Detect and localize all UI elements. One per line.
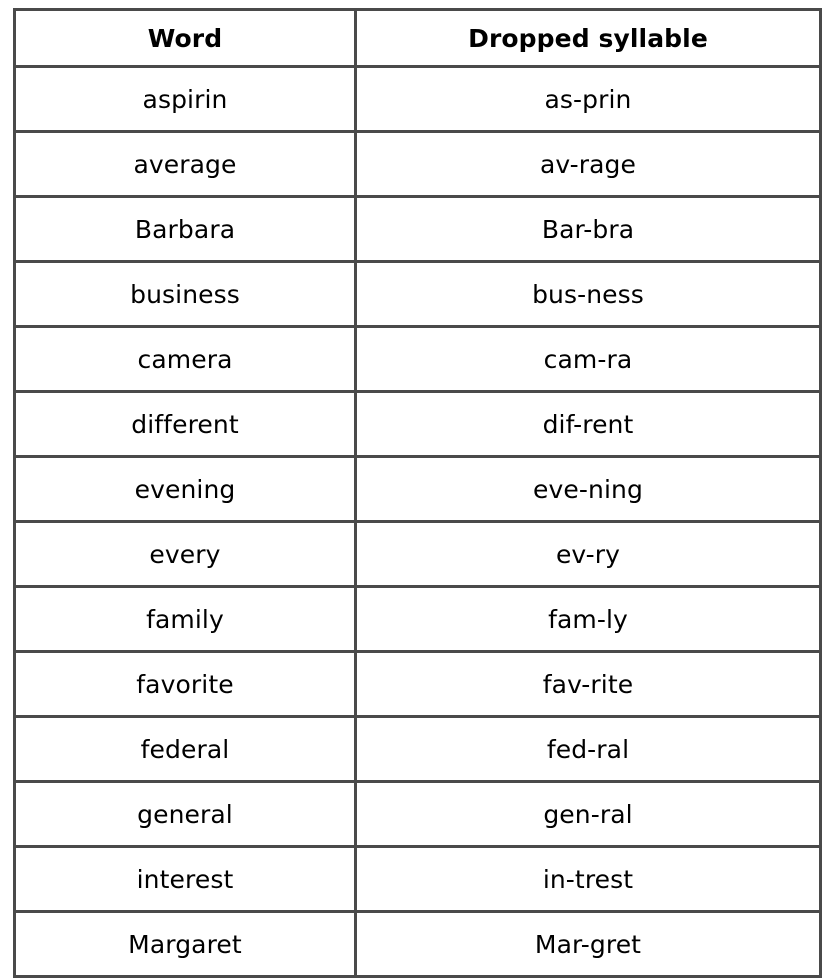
column-header-dropped-syllable-label: Dropped syllable — [468, 23, 708, 53]
cell-dropped-syllable: ev-ry — [354, 520, 822, 588]
column-header-word-label: Word — [147, 23, 223, 53]
cell-word: average — [13, 130, 357, 198]
table-row: interest in-trest — [13, 845, 822, 913]
table-row: favorite fav-rite — [13, 650, 822, 718]
syllable-table-container: Word Dropped syllable aspirin as-prin aver… — [13, 8, 822, 978]
cell-word: every — [13, 520, 357, 588]
cell-dropped-syllable: av-rage — [354, 130, 822, 198]
cell-dropped-syllable-text: ev-ry — [555, 539, 621, 569]
table-row: every ev-ry — [13, 520, 822, 588]
cell-word-text: Barbara — [134, 214, 236, 244]
cell-dropped-syllable: fam-ly — [354, 585, 822, 653]
cell-word-text: aspirin — [142, 84, 228, 114]
cell-dropped-syllable: fed-ral — [354, 715, 822, 783]
cell-word: evening — [13, 455, 357, 523]
cell-dropped-syllable-text: cam-ra — [543, 344, 633, 374]
cell-word: federal — [13, 715, 357, 783]
column-header-word: Word — [13, 8, 357, 68]
cell-dropped-syllable-text: gen-ral — [543, 799, 633, 829]
table-row: Margaret Mar-gret — [13, 910, 822, 978]
cell-dropped-syllable: dif-rent — [354, 390, 822, 458]
table-row: average av-rage — [13, 130, 822, 198]
cell-dropped-syllable: eve-ning — [354, 455, 822, 523]
cell-word: different — [13, 390, 357, 458]
cell-dropped-syllable: Bar-bra — [354, 195, 822, 263]
cell-word: favorite — [13, 650, 357, 718]
cell-word-text: different — [131, 409, 239, 439]
page-root: Word Dropped syllable aspirin as-prin aver… — [0, 0, 827, 978]
cell-word: family — [13, 585, 357, 653]
cell-dropped-syllable-text: av-rage — [539, 149, 636, 179]
cell-dropped-syllable-text: as-prin — [544, 84, 632, 114]
cell-word: camera — [13, 325, 357, 393]
table-row: different dif-rent — [13, 390, 822, 458]
cell-word-text: favorite — [136, 669, 234, 699]
cell-dropped-syllable: fav-rite — [354, 650, 822, 718]
cell-word-text: average — [133, 149, 237, 179]
cell-dropped-syllable-text: bus-ness — [532, 279, 644, 309]
table-row: family fam-ly — [13, 585, 822, 653]
cell-word-text: camera — [137, 344, 233, 374]
cell-word: aspirin — [13, 65, 357, 133]
cell-word: business — [13, 260, 357, 328]
cell-word-text: Margaret — [128, 929, 242, 959]
cell-dropped-syllable: gen-ral — [354, 780, 822, 848]
cell-word-text: evening — [134, 474, 236, 504]
cell-dropped-syllable-text: Bar-bra — [541, 214, 635, 244]
cell-dropped-syllable: cam-ra — [354, 325, 822, 393]
cell-dropped-syllable-text: fam-ly — [548, 604, 628, 634]
table-row: federal fed-ral — [13, 715, 822, 783]
cell-dropped-syllable: as-prin — [354, 65, 822, 133]
table-row: general gen-ral — [13, 780, 822, 848]
cell-word-text: federal — [140, 734, 230, 764]
cell-word-text: business — [130, 279, 240, 309]
cell-dropped-syllable-text: fed-ral — [546, 734, 630, 764]
cell-word-text: general — [137, 799, 233, 829]
cell-dropped-syllable-text: fav-rite — [542, 669, 634, 699]
table-row: aspirin as-prin — [13, 65, 822, 133]
table-row: evening eve-ning — [13, 455, 822, 523]
cell-dropped-syllable: bus-ness — [354, 260, 822, 328]
cell-word: Margaret — [13, 910, 357, 978]
cell-word-text: interest — [136, 864, 234, 894]
cell-dropped-syllable-text: Mar-gret — [534, 929, 642, 959]
cell-word: Barbara — [13, 195, 357, 263]
cell-word-text: family — [146, 604, 224, 634]
table-header: Word Dropped syllable — [13, 8, 822, 68]
cell-dropped-syllable-text: dif-rent — [542, 409, 634, 439]
cell-dropped-syllable: in-trest — [354, 845, 822, 913]
table-header-row: Word Dropped syllable — [13, 8, 822, 68]
cell-dropped-syllable-text: eve-ning — [533, 474, 643, 504]
column-header-dropped-syllable: Dropped syllable — [354, 8, 822, 68]
table-row: Barbara Bar-bra — [13, 195, 822, 263]
cell-word: interest — [13, 845, 357, 913]
cell-word: general — [13, 780, 357, 848]
dropped-syllable-table: Word Dropped syllable aspirin as-prin aver… — [13, 8, 822, 978]
table-body: aspirin as-prin average av-rage Barbara Bar-b… — [13, 65, 822, 978]
table-row: camera cam-ra — [13, 325, 822, 393]
table-row: business bus-ness — [13, 260, 822, 328]
cell-word-text: every — [149, 539, 221, 569]
cell-dropped-syllable: Mar-gret — [354, 910, 822, 978]
cell-dropped-syllable-text: in-trest — [542, 864, 634, 894]
